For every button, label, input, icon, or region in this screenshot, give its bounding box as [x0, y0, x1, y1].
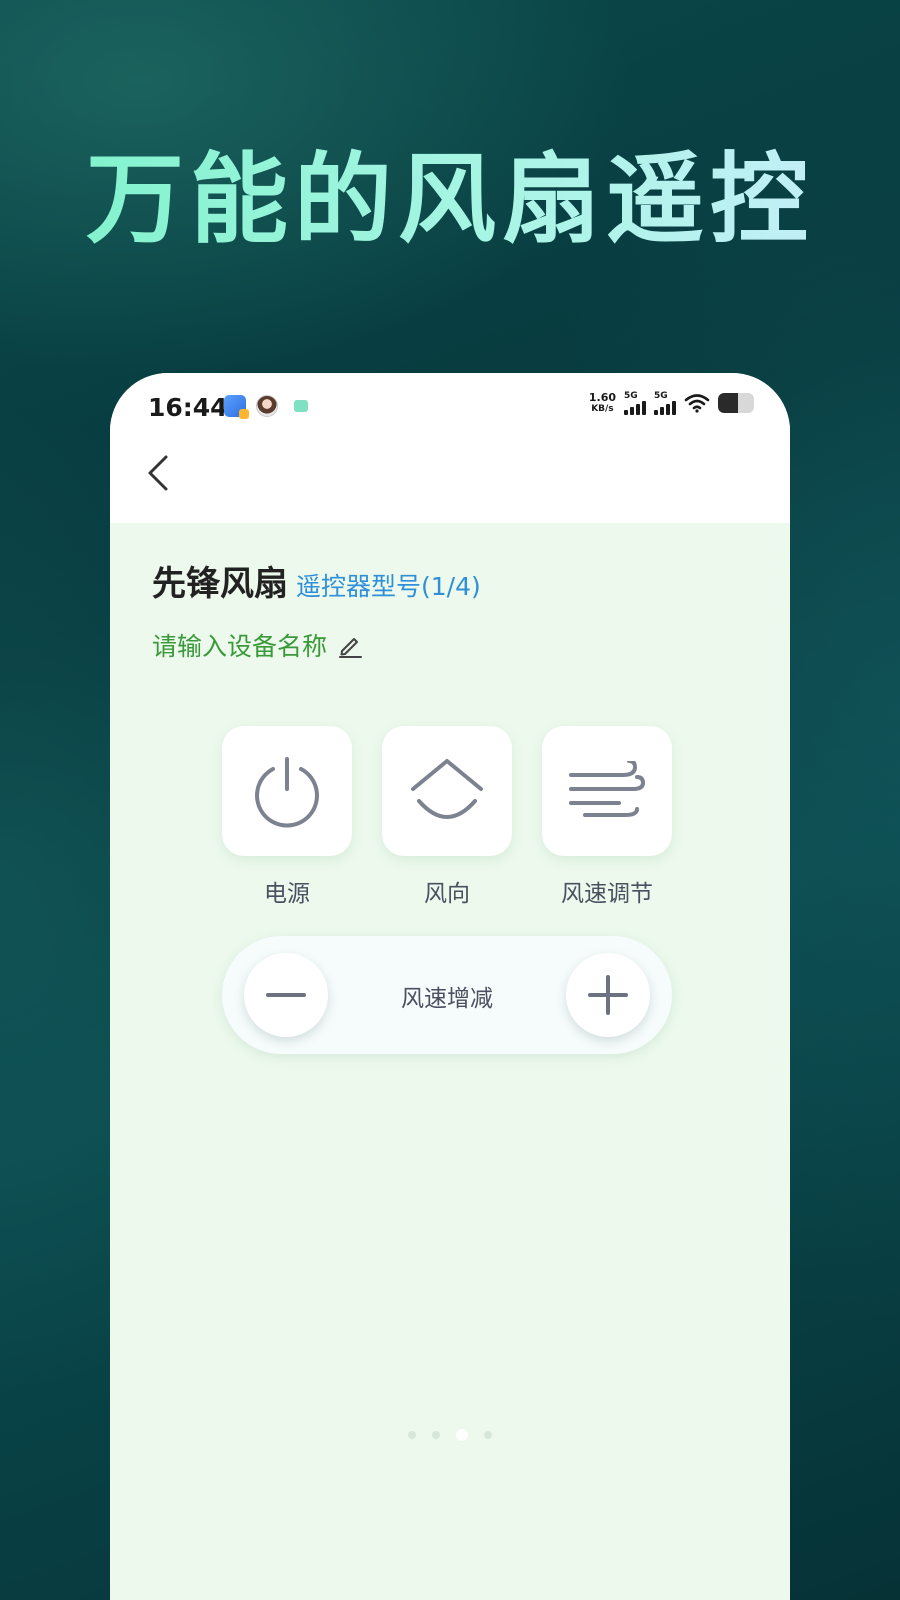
power-label: 电源: [264, 881, 310, 907]
sim2-label: 5G: [654, 391, 668, 401]
status-indicators: 1.60 KB/s 5G 5G: [589, 391, 754, 415]
remote-buttons: 电源 风向 风速调节: [222, 726, 672, 908]
signal-bars-icon: [654, 401, 676, 415]
network-speed: 1.60 KB/s: [588, 391, 616, 415]
direction-control: 风向: [382, 726, 512, 908]
power-button[interactable]: [222, 726, 352, 856]
power-icon: [255, 757, 319, 828]
speed-adjust-control: 风速增减: [222, 936, 672, 1054]
green-app-icon: [294, 400, 308, 412]
chevron-left-icon: [148, 455, 168, 491]
back-button[interactable]: [140, 451, 180, 495]
phone-screen: 16:44 1.60 KB/s 5G 5G 先锋风扇 遥控器型号(1/4) 请输…: [110, 373, 790, 1600]
direction-button[interactable]: [382, 726, 512, 856]
sim1-signal: 5G: [624, 391, 646, 415]
pencil-icon: [337, 632, 363, 658]
rename-prompt: 请输入设备名称: [152, 632, 328, 661]
page-dot: [408, 1431, 416, 1439]
direction-label: 风向: [424, 881, 470, 907]
wifi-icon: [684, 393, 710, 413]
wind-speed-button[interactable]: [542, 726, 672, 856]
device-info: 先锋风扇 遥控器型号(1/4) 请输入设备名称: [152, 556, 760, 663]
page-dot: [484, 1431, 492, 1439]
speed-increase-button[interactable]: [566, 953, 650, 1037]
battery-icon: [718, 393, 754, 413]
wind-speed-control: 风速调节: [542, 726, 672, 908]
network-speed-unit: KB/s: [591, 404, 614, 414]
model-link[interactable]: 遥控器型号(1/4): [296, 567, 481, 603]
fan-direction-icon: [411, 759, 483, 819]
top-bar: 16:44 1.60 KB/s 5G 5G: [110, 373, 790, 523]
rename-device-button[interactable]: 请输入设备名称: [152, 627, 760, 663]
sim1-label: 5G: [624, 391, 638, 401]
status-time: 16:44: [148, 393, 228, 422]
power-control: 电源: [222, 726, 352, 908]
sim2-signal: 5G: [654, 391, 676, 415]
wind-speed-icon: [569, 761, 646, 817]
device-name: 先锋风扇: [152, 564, 288, 604]
battery-fill: [718, 393, 738, 413]
hero-title: 万能的风扇遥控: [0, 140, 900, 260]
plus-icon: [588, 975, 628, 1015]
files-icon: [224, 395, 249, 419]
avatar-icon: [256, 395, 278, 417]
status-app-icons: [224, 395, 308, 419]
page-indicator: [110, 1429, 790, 1441]
network-speed-value: 1.60: [588, 391, 616, 404]
page-dot: [432, 1431, 440, 1439]
signal-bars-icon: [624, 401, 646, 415]
page-dot: [456, 1429, 468, 1441]
wind-speed-label: 风速调节: [561, 881, 653, 907]
